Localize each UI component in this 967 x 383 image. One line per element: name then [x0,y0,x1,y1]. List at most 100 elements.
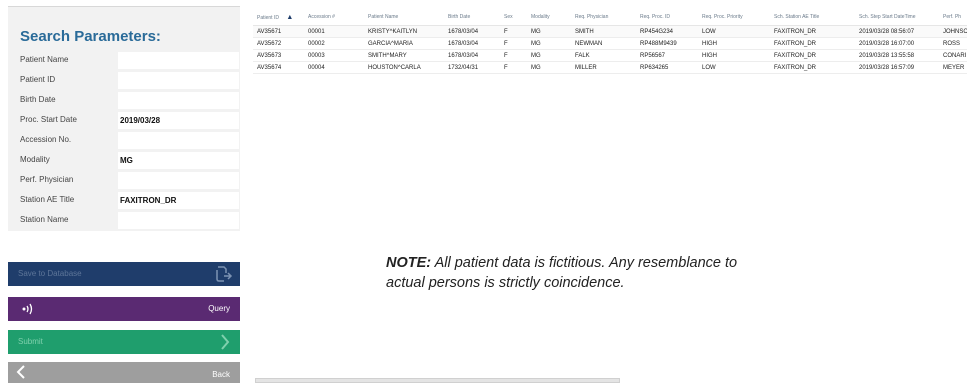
table-cell: SMITH [571,25,636,38]
table-cell: HOUSTON^CARLA [364,61,444,74]
table-cell: GARCIA^MARIA [364,37,444,50]
table-cell: AV35672 [253,37,304,50]
table-cell: FAXITRON_DR [770,49,855,62]
perf-physician-input[interactable] [118,172,239,189]
search-title: Search Parameters: [20,28,161,45]
patient-id-label: Patient ID [20,75,56,84]
param-row-station-ae-title: Station AE Title FAXITRON_DR [8,192,240,210]
table-cell: FALK [571,49,636,62]
table-cell: 2019/03/28 08:56:07 [855,25,939,38]
save-button-label: Save to Database [18,269,82,278]
patient-name-input[interactable] [118,52,239,69]
column-header-req-proc-id[interactable]: Req. Proc. ID [636,9,698,26]
table-cell: 00002 [304,37,364,50]
table-cell: F [500,25,527,38]
submit-button[interactable]: Submit [8,330,240,354]
note-prefix: NOTE: [386,255,432,271]
table-horizontal-scrollbar[interactable] [255,378,620,383]
note-text: All patient data is fictitious. Any rese… [386,255,738,291]
column-header-label: Patient ID [257,14,279,21]
table-cell: F [500,37,527,50]
table-cell: ROSS [939,37,967,50]
column-header-req-physician[interactable]: Req. Physician [571,9,636,26]
table-cell: RP488M9439 [636,37,698,50]
column-header-sex[interactable]: Sex [500,9,527,26]
submit-button-label: Submit [18,337,43,346]
sort-ascending-icon: ▲ [286,13,294,21]
table-cell: AV35673 [253,49,304,62]
query-button[interactable]: Query [8,297,240,321]
table-cell: 1678/03/04 [444,25,500,38]
column-header-patient-id[interactable]: Patient ID ▲ [253,9,304,26]
column-header-perf-physician[interactable]: Perf. Ph [939,9,967,26]
table-cell: MG [527,25,571,38]
table-cell: 1678/03/04 [444,49,500,62]
column-header-req-proc-priority[interactable]: Req. Proc. Priority [698,9,770,26]
table-cell: KRISTY^KAITLYN [364,25,444,38]
param-row-patient-id: Patient ID [8,72,240,90]
save-to-db-icon [216,266,233,282]
accession-no-label: Accession No. [20,135,72,144]
birth-date-input[interactable] [118,92,239,109]
table-cell: 2019/03/28 16:57:09 [855,61,939,74]
param-row-birth-date: Birth Date [8,92,240,110]
table-cell: 1732/04/31 [444,61,500,74]
table-row[interactable]: AV35672 00002 GARCIA^MARIA 1678/03/04 F … [253,37,967,50]
param-row-station-name: Station Name [8,212,240,230]
param-row-perf-physician: Perf. Physician [8,172,240,190]
param-row-modality: Modality MG [8,152,240,170]
birth-date-label: Birth Date [20,95,56,104]
modality-label: Modality [20,155,50,164]
table-cell: LOW [698,25,770,38]
table-cell: CONARI [939,49,967,62]
table-cell: RP454G234 [636,25,698,38]
table-cell: FAXITRON_DR [770,61,855,74]
station-ae-title-input[interactable]: FAXITRON_DR [118,192,239,209]
table-cell: HIGH [698,37,770,50]
worklist-table: Patient ID ▲ Accession # Patient Name Bi… [253,9,967,74]
sound-wave-icon [22,303,33,315]
column-header-accession[interactable]: Accession # [304,9,364,26]
table-cell: FAXITRON_DR [770,37,855,50]
table-cell: LOW [698,61,770,74]
column-header-modality[interactable]: Modality [527,9,571,26]
column-header-patient-name[interactable]: Patient Name [364,9,444,26]
table-cell: F [500,49,527,62]
column-header-sch-station-ae-title[interactable]: Sch. Station AE Title [770,9,855,26]
perf-physician-label: Perf. Physician [20,175,74,184]
patient-id-input[interactable] [118,72,239,89]
station-ae-title-label: Station AE Title [20,195,75,204]
table-cell: RP56567 [636,49,698,62]
column-header-birth-date[interactable]: Birth Date [444,9,500,26]
back-button[interactable]: Back [8,362,240,383]
proc-start-date-label: Proc. Start Date [20,115,77,124]
table-cell: AV35674 [253,61,304,74]
chevron-left-icon [16,365,25,379]
column-header-sch-step-start[interactable]: Sch. Step Start DateTime [855,9,939,26]
table-row[interactable]: AV35674 00004 HOUSTON^CARLA 1732/04/31 F… [253,61,967,74]
table-row[interactable]: AV35673 00003 SMITH^MARY 1678/03/04 F MG… [253,49,967,62]
table-cell: 00001 [304,25,364,38]
search-panel: Search Parameters: Patient Name Patient … [8,6,240,231]
table-row[interactable]: AV35671 00001 KRISTY^KAITLYN 1678/03/04 … [253,25,967,38]
table-cell: 1678/03/04 [444,37,500,50]
table-cell: HIGH [698,49,770,62]
table-cell: MEYER [939,61,967,74]
accession-no-input[interactable] [118,132,239,149]
table-cell: MG [527,61,571,74]
station-name-input[interactable] [118,212,239,229]
proc-start-date-input[interactable]: 2019/03/28 [118,112,239,129]
table-cell: FAXITRON_DR [770,25,855,38]
param-row-patient-name: Patient Name [8,52,240,70]
modality-input[interactable]: MG [118,152,239,169]
table-cell: MG [527,37,571,50]
table-cell: SMITH^MARY [364,49,444,62]
query-button-label: Query [208,304,230,313]
patient-name-label: Patient Name [20,55,69,64]
table-cell: MG [527,49,571,62]
back-button-label: Back [212,370,230,379]
table-cell: MILLER [571,61,636,74]
save-to-database-button[interactable]: Save to Database [8,262,240,286]
table-cell: F [500,61,527,74]
table-cell: 2019/03/28 16:07:00 [855,37,939,50]
